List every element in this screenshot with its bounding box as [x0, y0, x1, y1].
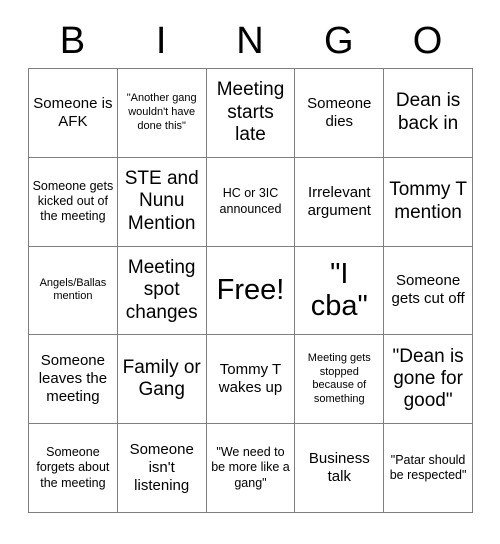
- bingo-cell-label: Someone isn't listening: [129, 441, 194, 495]
- bingo-cell[interactable]: Meeting gets stopped because of somethin…: [294, 334, 385, 425]
- bingo-cell-label: Someone dies: [307, 94, 372, 130]
- bingo-cell[interactable]: Tommy T wakes up: [205, 334, 296, 425]
- bingo-cell-label: STE and Nunu Mention: [124, 168, 199, 234]
- bingo-cell-label: "We need to be more like a gang": [211, 445, 290, 490]
- header-letter-o: O: [412, 20, 443, 62]
- bingo-cell[interactable]: "We need to be more like a gang": [205, 423, 296, 513]
- bingo-cell-label: Business talk: [308, 450, 370, 486]
- bingo-cell-label: Angels/Ballas mention: [39, 276, 107, 303]
- bingo-cell-free[interactable]: Free!: [205, 245, 296, 336]
- bingo-cell-label: Meeting spot changes: [125, 256, 198, 323]
- bingo-cell[interactable]: Someone isn't listening: [116, 423, 207, 513]
- bingo-cell[interactable]: Irrelevant argument: [294, 156, 385, 247]
- bingo-cell[interactable]: Someone leaves the meeting: [28, 334, 118, 425]
- bingo-cell[interactable]: Tommy T mention: [383, 156, 473, 247]
- bingo-cell[interactable]: Someone gets kicked out of the meeting: [28, 156, 118, 247]
- bingo-row: Someone gets kicked out of the meeting S…: [28, 156, 473, 247]
- header-letter-g: G: [324, 20, 354, 62]
- bingo-cell-label: Tommy T wakes up: [218, 361, 283, 397]
- bingo-cell[interactable]: Meeting starts late: [205, 68, 296, 158]
- bingo-cell[interactable]: Someone dies: [294, 68, 385, 158]
- header-letter-i: I: [155, 20, 167, 62]
- bingo-cell[interactable]: Angels/Ballas mention: [28, 245, 118, 336]
- bingo-cell[interactable]: Someone is AFK: [28, 68, 118, 158]
- bingo-cell[interactable]: "Dean is gone for good": [383, 334, 473, 425]
- bingo-cell-label: Dean is back in: [395, 90, 461, 134]
- bingo-cell-label: "Dean is gone for good": [392, 345, 464, 412]
- bingo-cell-label: Someone gets cut off: [391, 272, 465, 308]
- bingo-cell-label: Meeting gets stopped because of somethin…: [307, 351, 371, 406]
- bingo-cell-label: Someone gets kicked out of the meeting: [32, 178, 114, 224]
- bingo-cell-label: Someone forgets about the meeting: [36, 445, 110, 490]
- bingo-cell-label: "I cba": [310, 258, 368, 323]
- bingo-cell-label: Family or Gang: [122, 356, 201, 401]
- bingo-cell[interactable]: "Another gang wouldn't have done this": [116, 68, 207, 158]
- bingo-cell[interactable]: "I cba": [294, 245, 385, 336]
- bingo-cell-label: HC or 3IC announced: [219, 186, 282, 216]
- bingo-cell-label: "Another gang wouldn't have done this": [126, 92, 197, 132]
- bingo-grid: Someone is AFK "Another gang wouldn't ha…: [28, 68, 473, 513]
- bingo-row: Someone forgets about the meeting Someon…: [28, 423, 473, 513]
- bingo-row: Someone is AFK "Another gang wouldn't ha…: [28, 68, 473, 158]
- bingo-cell-label: Someone leaves the meeting: [38, 352, 108, 406]
- bingo-cell[interactable]: Meeting spot changes: [116, 245, 207, 336]
- bingo-cell[interactable]: Family or Gang: [116, 334, 207, 425]
- bingo-cell-label: Someone is AFK: [33, 94, 113, 130]
- bingo-row: Angels/Ballas mention Meeting spot chang…: [28, 245, 473, 336]
- bingo-cell[interactable]: Dean is back in: [383, 68, 473, 158]
- bingo-card: B I N G O Someone is AFK "Another gang w…: [0, 0, 500, 544]
- header-letter-b: B: [59, 20, 86, 62]
- bingo-cell[interactable]: Someone gets cut off: [383, 245, 473, 336]
- bingo-cell-label: Free!: [216, 274, 285, 307]
- bingo-header: B I N G O: [28, 0, 472, 68]
- bingo-cell-label: Meeting starts late: [216, 79, 285, 146]
- bingo-cell[interactable]: Someone forgets about the meeting: [28, 423, 118, 513]
- bingo-cell[interactable]: HC or 3IC announced: [205, 156, 296, 247]
- bingo-cell[interactable]: STE and Nunu Mention: [116, 156, 207, 247]
- header-letter-n: N: [236, 20, 264, 62]
- bingo-cell[interactable]: "Patar should be respected": [383, 423, 473, 513]
- bingo-cell-label: Irrelevant argument: [307, 183, 371, 219]
- bingo-cell-label: Tommy T mention: [389, 179, 467, 223]
- bingo-row: Someone leaves the meeting Family or Gan…: [28, 334, 473, 425]
- bingo-cell-label: "Patar should be respected": [389, 452, 467, 483]
- bingo-cell[interactable]: Business talk: [294, 423, 385, 513]
